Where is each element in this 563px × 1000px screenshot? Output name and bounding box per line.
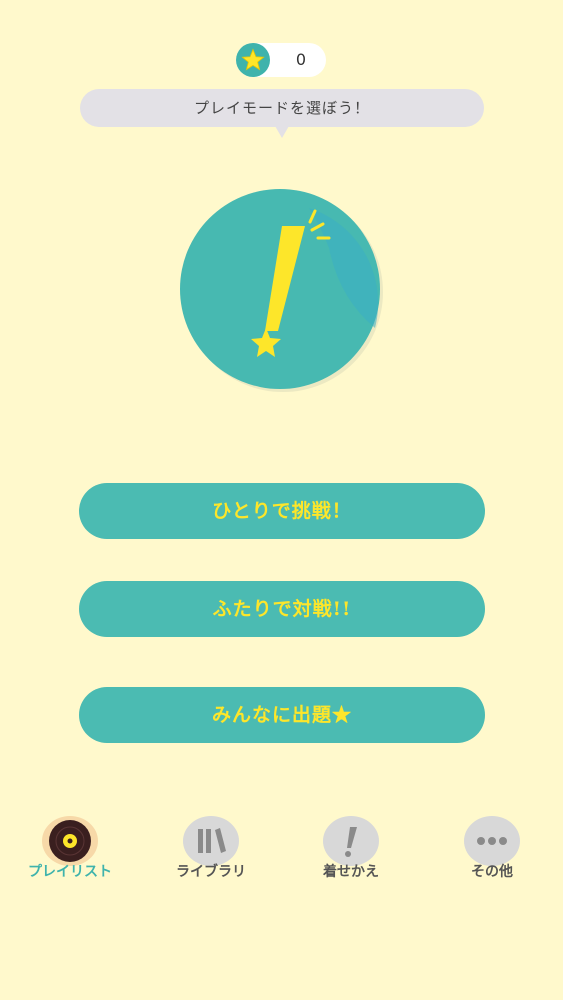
nav-label-library: ライブラリ [176, 864, 246, 880]
bottom-nav: プレイリスト ライブラリ 着せかえ その他 [0, 814, 563, 884]
nav-item-other[interactable]: その他 [442, 814, 542, 884]
nav-item-library[interactable]: ライブラリ [161, 814, 261, 884]
dots-icon [464, 816, 520, 866]
versus-battle-button[interactable]: ふたりで対戦!! [79, 581, 485, 637]
quiz-everyone-button[interactable]: みんなに出題★ [79, 687, 485, 743]
nav-item-dressup[interactable]: 着せかえ [301, 814, 401, 884]
bubble-tail [275, 126, 289, 138]
record-icon [42, 816, 98, 866]
books-icon [183, 816, 239, 866]
exclamation-star-icon [179, 188, 385, 394]
exclamation-icon [323, 816, 379, 866]
nav-label-other: その他 [471, 864, 513, 880]
coin-counter: 0 [236, 43, 326, 77]
nav-label-playlist: プレイリスト [28, 864, 112, 880]
solo-challenge-button[interactable]: ひとりで挑戦！ [79, 483, 485, 539]
mode-prompt-bubble: プレイモードを選ぼう！ [80, 89, 484, 127]
nav-item-playlist[interactable]: プレイリスト [20, 814, 120, 884]
star-icon [236, 43, 270, 77]
coin-count: 0 [295, 50, 307, 69]
nav-label-dressup: 着せかえ [323, 864, 379, 880]
